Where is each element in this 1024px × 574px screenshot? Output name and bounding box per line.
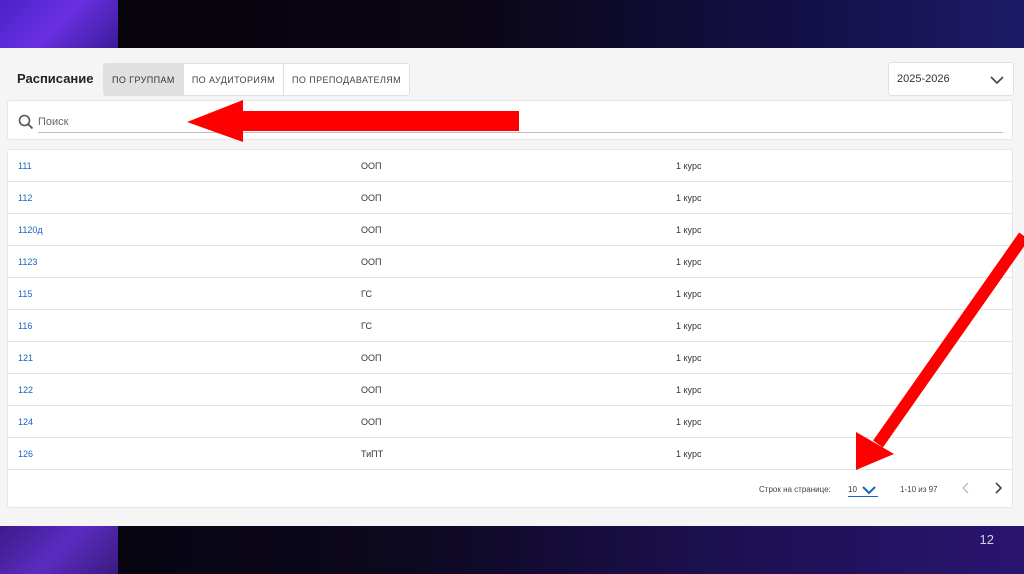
program-type-cell: ООП (361, 385, 382, 395)
group-link[interactable]: 1123 (18, 257, 37, 267)
course-cell: 1 курс (676, 193, 702, 203)
year-select[interactable]: 2025-2026 (888, 62, 1014, 96)
search-icon (18, 114, 34, 130)
slide-number: 12 (979, 532, 994, 547)
tab-by-teachers[interactable]: ПО ПРЕПОДАВАТЕЛЯМ (284, 64, 409, 95)
chevron-right-icon[interactable] (991, 480, 1005, 496)
program-type-cell: ООП (361, 353, 382, 363)
table-pagination: Строк на странице: 10 1-10 из 97 (8, 470, 1012, 508)
rows-per-page-select[interactable]: 10 (848, 479, 878, 497)
table-row[interactable]: 116 ГС 1 курс (8, 310, 1012, 342)
program-type-cell: ООП (361, 193, 382, 203)
program-type-cell: ТиПТ (361, 449, 384, 459)
chevron-left-icon[interactable] (959, 480, 973, 496)
table-row[interactable]: 121 ООП 1 курс (8, 342, 1012, 374)
course-cell: 1 курс (676, 289, 702, 299)
group-link[interactable]: 115 (18, 289, 32, 299)
table-row[interactable]: 112 ООП 1 курс (8, 182, 1012, 214)
view-tabs: ПО ГРУППАМ ПО АУДИТОРИЯМ ПО ПРЕПОДАВАТЕЛ… (103, 63, 411, 96)
bottom-banner-accent (0, 526, 118, 574)
program-type-cell: ООП (361, 417, 382, 427)
search-input[interactable] (38, 111, 1003, 133)
group-link[interactable]: 1120д (18, 225, 43, 235)
rows-per-page-value: 10 (848, 485, 857, 494)
course-cell: 1 курс (676, 321, 702, 331)
top-banner-accent (0, 0, 118, 48)
program-type-cell: ГС (361, 289, 372, 299)
top-banner (0, 0, 1024, 48)
group-link[interactable]: 121 (18, 353, 33, 363)
group-link[interactable]: 112 (18, 193, 32, 203)
group-link[interactable]: 122 (18, 385, 33, 395)
year-select-value: 2025-2026 (897, 73, 950, 85)
schedule-app: Расписание ПО ГРУППАМ ПО АУДИТОРИЯМ ПО П… (0, 48, 1024, 526)
course-cell: 1 курс (676, 161, 702, 171)
group-link[interactable]: 111 (18, 161, 32, 171)
group-link[interactable]: 116 (18, 321, 32, 331)
groups-table: 111 ООП 1 курс 112 ООП 1 курс 1120д ООП 1 курс 11… (7, 149, 1013, 508)
pagination-range: 1-10 из 97 (900, 485, 938, 494)
table-row[interactable]: 111 ООП 1 курс (8, 150, 1012, 182)
program-type-cell: ГС (361, 321, 372, 331)
program-type-cell: ООП (361, 257, 382, 267)
group-link[interactable]: 124 (18, 417, 33, 427)
bottom-banner (0, 526, 1024, 574)
table-row[interactable]: 115 ГС 1 курс (8, 278, 1012, 310)
course-cell: 1 курс (676, 449, 702, 459)
course-cell: 1 курс (676, 417, 702, 427)
rows-per-page-label: Строк на странице: (759, 485, 831, 494)
chevron-down-icon (862, 486, 876, 495)
table-row[interactable]: 1123 ООП 1 курс (8, 246, 1012, 278)
chevron-down-icon (990, 76, 1004, 85)
program-type-cell: ООП (361, 161, 382, 171)
course-cell: 1 курс (676, 225, 702, 235)
page-title: Расписание (17, 71, 94, 86)
group-link[interactable]: 126 (18, 449, 33, 459)
tab-by-groups[interactable]: ПО ГРУППАМ (104, 64, 184, 95)
table-row[interactable]: 126 ТиПТ 1 курс (8, 438, 1012, 470)
table-row[interactable]: 122 ООП 1 курс (8, 374, 1012, 406)
tab-by-rooms[interactable]: ПО АУДИТОРИЯМ (184, 64, 285, 95)
course-cell: 1 курс (676, 257, 702, 267)
program-type-cell: ООП (361, 225, 382, 235)
search-card (7, 100, 1013, 140)
table-row[interactable]: 1120д ООП 1 курс (8, 214, 1012, 246)
header-row: Расписание ПО ГРУППАМ ПО АУДИТОРИЯМ ПО П… (0, 58, 1024, 98)
table-row[interactable]: 124 ООП 1 курс (8, 406, 1012, 438)
course-cell: 1 курс (676, 385, 702, 395)
course-cell: 1 курс (676, 353, 702, 363)
